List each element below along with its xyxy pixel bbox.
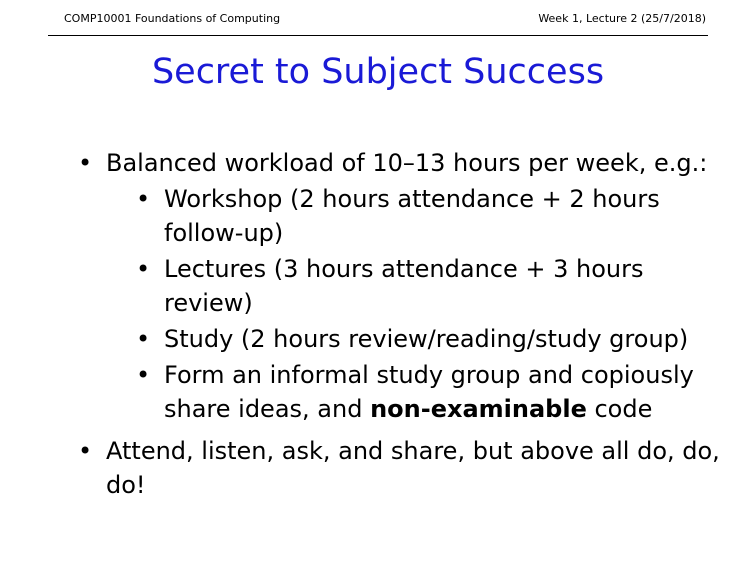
emphasis-text: non-examinable	[370, 395, 587, 423]
sub-bullet-workshop: • Workshop (2 hours attendance + 2 hours…	[136, 182, 728, 250]
bullet-icon: •	[78, 437, 93, 465]
bullet-text: Balanced workload of 10–13 hours per wee…	[106, 149, 708, 177]
lecture-info: Week 1, Lecture 2 (25/7/2018)	[538, 12, 706, 25]
bullet-icon: •	[136, 185, 151, 213]
bullet-text: Attend, listen, ask, and share, but abov…	[106, 437, 720, 499]
bullet-list: • Balanced workload of 10–13 hours per w…	[78, 146, 728, 502]
sub-bullet-text: Lectures (3 hours attendance + 3 hours r…	[164, 255, 644, 317]
slide-header: COMP10001 Foundations of Computing Week …	[48, 0, 708, 36]
bullet-icon: •	[136, 325, 151, 353]
bullet-icon: •	[136, 361, 151, 389]
course-name: COMP10001 Foundations of Computing	[64, 12, 281, 25]
bullet-item-workload: • Balanced workload of 10–13 hours per w…	[78, 146, 728, 426]
sub-bullet-lectures: • Lectures (3 hours attendance + 3 hours…	[136, 252, 728, 320]
sub-bullet-text: Workshop (2 hours attendance + 2 hours f…	[164, 185, 660, 247]
bullet-item-attend: • Attend, listen, ask, and share, but ab…	[78, 434, 728, 502]
bullet-icon: •	[78, 149, 93, 177]
sub-bullet-text-after: code	[586, 395, 653, 423]
sub-bullet-list: • Workshop (2 hours attendance + 2 hours…	[136, 182, 728, 426]
sub-bullet-text: Study (2 hours review/reading/study grou…	[164, 325, 689, 353]
slide-title: Secret to Subject Success	[151, 52, 605, 92]
sub-bullet-study-group: • Form an informal study group and copio…	[136, 358, 728, 426]
sub-bullet-study: • Study (2 hours review/reading/study gr…	[136, 322, 728, 356]
bullet-icon: •	[136, 255, 151, 283]
